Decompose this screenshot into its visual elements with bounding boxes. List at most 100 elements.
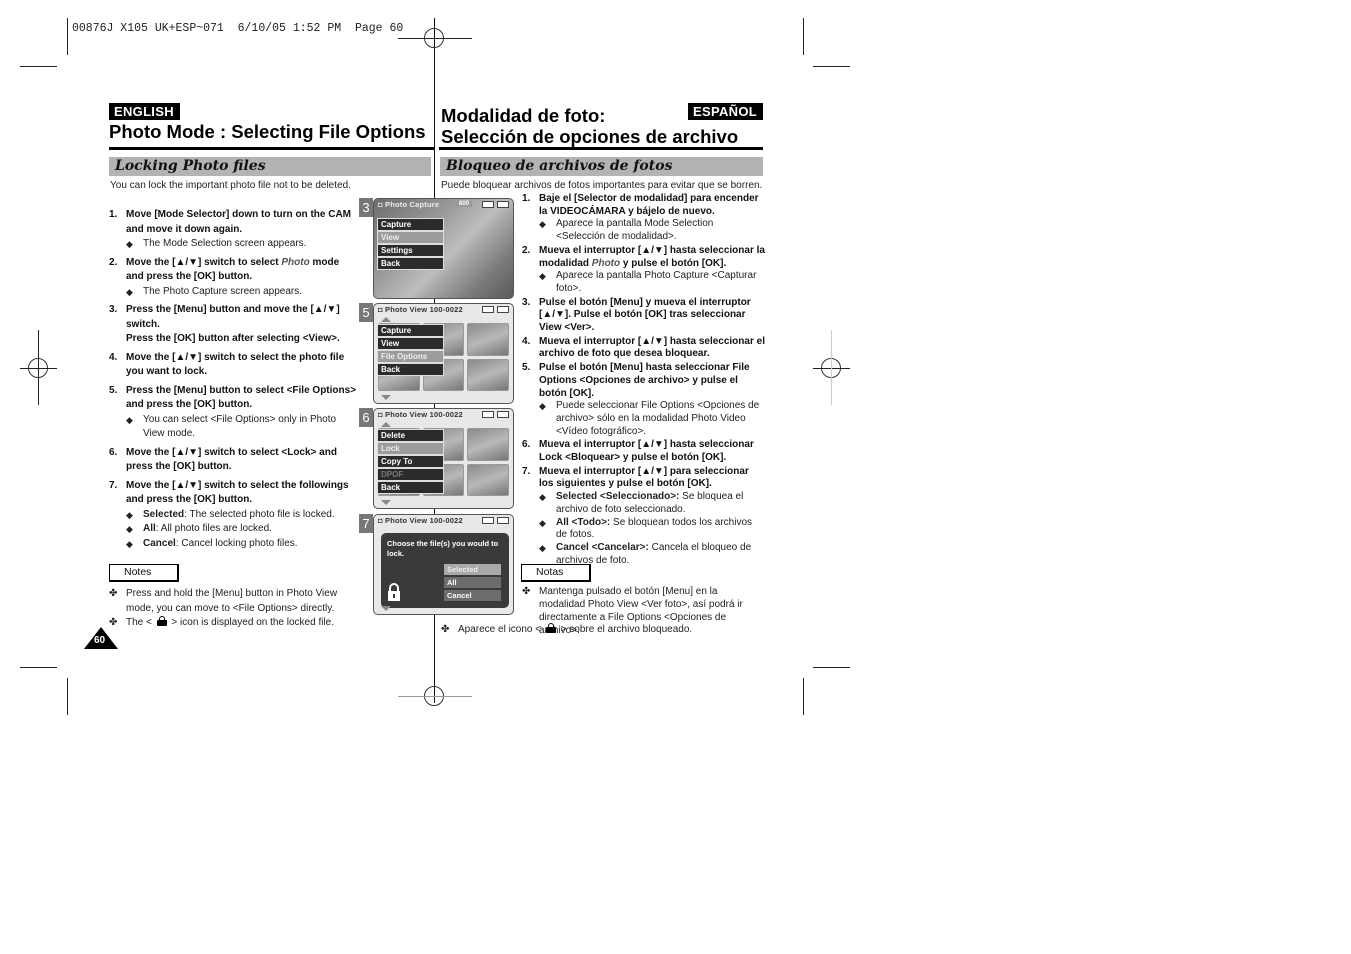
- cross-bullet-icon: ✤: [441, 624, 450, 635]
- step-number: 3.: [109, 304, 118, 315]
- dialog-option-all[interactable]: All: [444, 577, 501, 588]
- battery-icon: [497, 411, 509, 418]
- menu-item-lock[interactable]: Lock: [377, 442, 444, 455]
- battery-icon: [497, 201, 509, 208]
- page-title-english: Photo Mode : Selecting File Options: [109, 121, 426, 142]
- diamond-bullet-icon: ◆: [539, 219, 546, 230]
- page-number-text: 60: [94, 635, 106, 646]
- menu-item-back[interactable]: Back: [377, 363, 444, 376]
- step-number: 6.: [522, 439, 531, 451]
- cross-bullet-icon: ✤: [109, 588, 118, 599]
- title-rule-english: [109, 147, 434, 150]
- step-note: ◆ You can select <File Options> only in P…: [126, 413, 357, 442]
- crop-mark: [813, 66, 850, 67]
- step-text: Move the [▲/▼] switch to select the phot…: [126, 351, 345, 378]
- crop-mark: [803, 18, 804, 55]
- step-text: Press the [Menu] button and move the [▲/…: [126, 304, 340, 330]
- dialog-option-cancel[interactable]: Cancel: [444, 590, 501, 601]
- diamond-bullet-icon: ◆: [126, 239, 133, 249]
- registration-crosshair: [831, 330, 832, 405]
- diamond-bullet-icon: ◆: [539, 492, 546, 503]
- steps-spanish: 1. Baje el [Selector de modalidad] para …: [522, 193, 765, 568]
- title-rule-spanish: [439, 147, 763, 150]
- diamond-bullet-icon: ◆: [539, 401, 546, 412]
- step: 1. Move [Mode Selector] down to turn on …: [109, 208, 357, 252]
- step: 3. Pulse el botón [Menu] y mueva el inte…: [522, 297, 765, 335]
- thumbnail[interactable]: [467, 463, 509, 496]
- screen-title: Photo View 100-0022: [385, 516, 463, 525]
- menu-item-settings[interactable]: Settings: [377, 244, 444, 257]
- screen-menu: Capture View File Options Back: [377, 324, 444, 376]
- menu-item-capture[interactable]: Capture: [377, 324, 444, 337]
- step-text: Move the [▲/▼] switch to select: [126, 256, 282, 268]
- diamond-bullet-icon: ◆: [126, 524, 133, 534]
- intro-spanish: Puede bloquear archivos de fotos importa…: [441, 180, 763, 191]
- diamond-bullet-icon: ◆: [126, 286, 133, 297]
- resolution-badge: 800: [456, 201, 473, 207]
- lock-icon: [156, 616, 167, 626]
- scroll-up-icon[interactable]: [381, 422, 391, 427]
- menu-item-back[interactable]: Back: [377, 257, 444, 270]
- option-desc: : All photo files are locked.: [155, 523, 272, 534]
- step: 2. Mueva el interruptor [▲/▼] hasta sele…: [522, 245, 765, 296]
- step-text: Mueva el interruptor [▲/▼] para seleccio…: [539, 465, 749, 490]
- notes-label-spanish: Notas: [521, 564, 591, 582]
- option-item: ◆ All <Todo>: Se bloquean todos los archi…: [539, 517, 765, 542]
- step-note-text: The Photo Capture screen appears.: [143, 285, 302, 297]
- lock-icon: [545, 623, 556, 633]
- screen-step-badge: 6: [359, 408, 373, 427]
- menu-item-view[interactable]: View: [377, 231, 444, 244]
- lock-dialog: Choose the file(s) you would to lock. Se…: [381, 533, 509, 608]
- step-text-em: Photo: [591, 257, 621, 269]
- step: 7. Move the [▲/▼] switch to select the f…: [109, 479, 357, 552]
- screen-file-options-menu: ◘ Photo View 100-0022 Delete Lock Copy T…: [373, 408, 514, 509]
- dialog-option-selected[interactable]: Selected: [444, 564, 501, 575]
- note-text: The <: [126, 617, 152, 628]
- note-text: > icon is displayed on the locked file.: [171, 617, 335, 628]
- menu-item-file-options[interactable]: File Options: [377, 350, 444, 363]
- step-text: Mueva el interruptor [▲/▼] hasta selecci…: [539, 439, 754, 464]
- step-text: Press the [Menu] button to select <File …: [126, 384, 357, 411]
- option-item: ◆ All: All photo files are locked.: [126, 522, 357, 537]
- note-text: Press and hold the [Menu] button in Phot…: [126, 588, 338, 614]
- thumbnail[interactable]: [467, 358, 509, 391]
- step: 1. Baje el [Selector de modalidad] para …: [522, 193, 765, 244]
- print-header: 00876J X105 UK+ESP~071 6/10/05 1:52 PM P…: [72, 22, 404, 35]
- thumbnail[interactable]: [467, 428, 509, 461]
- card-icon: [482, 201, 494, 208]
- scroll-down-icon[interactable]: [381, 606, 391, 611]
- step-number: 5.: [109, 384, 118, 396]
- scroll-down-icon[interactable]: [381, 500, 391, 505]
- step-number: 7.: [522, 465, 531, 477]
- menu-item-view[interactable]: View: [377, 337, 444, 350]
- step-note-text: You can select <File Options> only in Ph…: [143, 413, 337, 440]
- step: 3. Press the [Menu] button and move the …: [109, 303, 357, 347]
- screen-step-badge: 5: [359, 303, 373, 322]
- menu-item-delete[interactable]: Delete: [377, 429, 444, 442]
- card-icon: [482, 306, 494, 313]
- note-text: Aparece el icono <: [458, 624, 542, 635]
- status-icons: [482, 201, 509, 208]
- lang-badge-english: ENGLISH: [109, 103, 180, 120]
- step-note-text: Puede seleccionar File Options <Opciones…: [556, 400, 760, 437]
- registration-crosshair: [38, 330, 39, 405]
- menu-item-back[interactable]: Back: [377, 481, 444, 494]
- menu-item-copy-to[interactable]: Copy To: [377, 455, 444, 468]
- screen-lock-dialog: ◘ Photo View 100-0022 Choose the file(s)…: [373, 514, 514, 615]
- option-item: ◆ Cancel: Cancel locking photo files.: [126, 537, 357, 552]
- option-item: ◆ Selected: The selected photo file is lo…: [126, 508, 357, 523]
- step-number: 3.: [522, 296, 531, 308]
- intro-english: You can lock the important photo file no…: [110, 180, 351, 191]
- scroll-down-icon[interactable]: [381, 395, 391, 400]
- step-note: ◆ Puede seleccionar File Options <Opcione…: [539, 400, 765, 438]
- step: 6. Mueva el interruptor [▲/▼] hasta sele…: [522, 439, 765, 464]
- menu-item-capture[interactable]: Capture: [377, 218, 444, 231]
- crop-mark: [20, 66, 57, 67]
- battery-icon: [497, 517, 509, 524]
- scroll-up-icon[interactable]: [381, 317, 391, 322]
- step-number: 6.: [109, 446, 118, 458]
- step: 5. Pulse el botón [Menu] hasta seleccion…: [522, 362, 765, 438]
- notes-label-english: Notes: [109, 564, 179, 582]
- thumbnail[interactable]: [467, 323, 509, 356]
- step: 4. Move the [▲/▼] switch to select the p…: [109, 351, 357, 380]
